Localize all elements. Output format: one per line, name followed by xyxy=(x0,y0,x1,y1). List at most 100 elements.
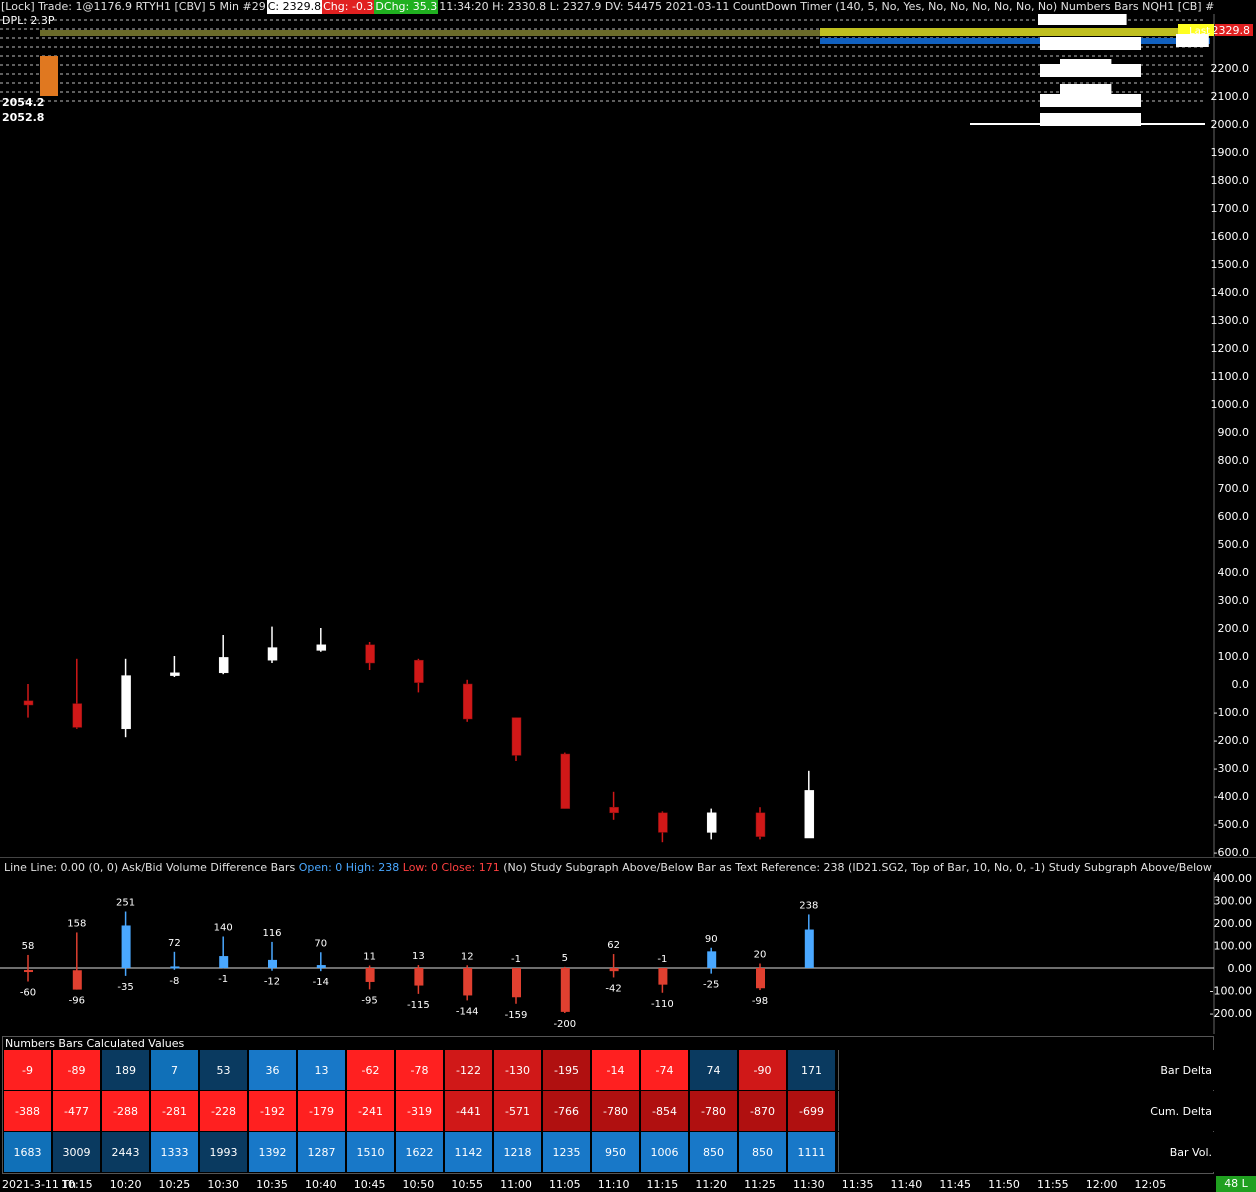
delta-top-label: 13 xyxy=(412,951,425,962)
study-tick-label: 400.00 xyxy=(1214,872,1253,885)
table-cell: 1287 xyxy=(298,1132,346,1172)
price-tick-label: 1700.0 xyxy=(1211,202,1250,215)
candle-body xyxy=(706,812,717,833)
delta-top-label: 62 xyxy=(607,940,620,951)
price-tick-label: 300.0 xyxy=(1218,594,1250,607)
price-tick-label: 400.0 xyxy=(1218,566,1250,579)
time-tick-label: 10:20 xyxy=(109,1178,142,1191)
table-cell: 7 xyxy=(151,1050,199,1090)
delta-bar xyxy=(24,970,33,973)
table-cell: -766 xyxy=(543,1091,591,1131)
study-tick-label: 300.00 xyxy=(1214,895,1253,908)
delta-bar xyxy=(804,929,814,968)
delta-bar xyxy=(414,968,424,986)
zone-label: Gap Zone - 11/7 xyxy=(1044,96,1125,107)
zone-label: pMID xyxy=(1180,36,1206,47)
candle-body xyxy=(267,647,278,661)
delta-top-label: -1 xyxy=(657,954,667,965)
table-row-label: Bar Delta xyxy=(1160,1063,1212,1077)
zone-label: MOVPOC 3/12 R xyxy=(1042,14,1122,25)
time-tick-label: 10:35 xyxy=(256,1178,288,1191)
table-row: -388 -477 -288 -281 -228 -192 -179 -241 -319 -441… xyxy=(4,1091,1214,1131)
study-tick-label: -100.00 xyxy=(1210,985,1252,998)
delta-top-label: 58 xyxy=(22,941,35,952)
delta-bar xyxy=(170,966,180,969)
table-cell: 171 xyxy=(788,1050,836,1090)
price-tick-label: 2000.0 xyxy=(1211,118,1250,131)
zone-label: Gap Zone - 3/24 xyxy=(1044,39,1125,50)
time-tick-label: 11:25 xyxy=(744,1178,776,1191)
delta-top-label: 116 xyxy=(262,928,281,939)
delta-bar xyxy=(512,968,521,998)
delta-top-label: 12 xyxy=(461,951,474,962)
main-price-chart[interactable]: 2200.0 2100.0 2000.0 1900.0 1800.0 1700.0 1600… xyxy=(0,14,1256,858)
delta-bottom-label: -35 xyxy=(117,982,133,993)
price-tick-label: 1300.0 xyxy=(1211,314,1250,327)
table-cell: -854 xyxy=(641,1091,689,1131)
overlay-strip xyxy=(820,38,1210,44)
chart-header: [Lock] Trade: 1@1176.9 RTYH1 [CBV] 5 Min… xyxy=(0,0,1214,14)
table-cell: -62 xyxy=(347,1050,395,1090)
delta-bottom-label: -8 xyxy=(169,976,179,987)
header-title: [Lock] Trade: 1@1176.9 RTYH1 [CBV] 5 Min… xyxy=(1,0,266,13)
delta-bar xyxy=(609,968,619,972)
price-tick-label: 800.0 xyxy=(1218,454,1250,467)
delta-top-label: 90 xyxy=(705,934,718,945)
table-cell: 1142 xyxy=(445,1132,493,1172)
table-cell: 1683 xyxy=(4,1132,52,1172)
last-price-label: 2329.8 xyxy=(1212,24,1251,37)
candle-body xyxy=(316,644,327,651)
delta-bar xyxy=(756,968,765,989)
candle-body xyxy=(804,790,815,839)
price-tick-label: 600.0 xyxy=(1218,510,1250,523)
table-cell: -74 xyxy=(641,1050,689,1090)
delta-bar xyxy=(365,968,375,982)
delta-bar xyxy=(658,968,668,985)
candle-body xyxy=(72,703,83,728)
table-cell: 850 xyxy=(739,1132,787,1172)
delta-bottom-label: -12 xyxy=(264,977,280,988)
candle-body xyxy=(511,717,522,756)
table-cell: -571 xyxy=(494,1091,542,1131)
delta-bar xyxy=(268,959,277,968)
table-cell: -195 xyxy=(543,1050,591,1090)
table-cell: 1006 xyxy=(641,1132,689,1172)
table-cell: -780 xyxy=(592,1091,640,1131)
delta-bottom-label: -60 xyxy=(20,988,36,999)
candle-body xyxy=(560,753,571,809)
volume-difference-chart[interactable]: 400.00 300.00 200.00 100.00 0.00 -100.00 -200.… xyxy=(0,858,1256,1034)
delta-bottom-label: -110 xyxy=(651,999,674,1010)
header-info: 11:34:20 H: 2330.8 L: 2327.9 DV: 54475 2… xyxy=(439,0,1214,13)
table-row: -9 -89 189 7 53 36 13 -62 -78 -122 -130 -195 -14 -74 7… xyxy=(4,1050,1214,1090)
delta-bottom-label: -96 xyxy=(69,996,85,1007)
time-tick-label: 11:55 xyxy=(1036,1178,1069,1191)
time-axis[interactable]: 2021-3-11 Th 10:15 10:20 10:25 10:30 10:35 10… xyxy=(0,1176,1214,1192)
time-tick-label: 11:15 xyxy=(646,1178,679,1191)
price-tick-label: -500.0 xyxy=(1214,818,1249,831)
table-cell: 1993 xyxy=(200,1132,248,1172)
time-tick-label: 11:50 xyxy=(988,1178,1020,1191)
delta-top-label: 70 xyxy=(314,938,327,949)
delta-top-label: 20 xyxy=(754,950,767,961)
delta-top-label: 5 xyxy=(562,953,568,964)
study-tick-label: 100.00 xyxy=(1214,940,1253,953)
table-row-label: Bar Vol. xyxy=(1169,1145,1212,1159)
candle-body xyxy=(365,644,375,664)
table-cell: -780 xyxy=(690,1091,738,1131)
left-price-label: 2054.2 xyxy=(2,96,44,109)
time-tick-label: 11:40 xyxy=(890,1178,923,1191)
study-tick-label: 200.00 xyxy=(1214,917,1253,930)
table-cell: 1218 xyxy=(494,1132,542,1172)
price-tick-label: 1200.0 xyxy=(1211,342,1250,355)
delta-bottom-label: -14 xyxy=(313,977,329,988)
delta-bar xyxy=(219,956,229,968)
table-cell: 74 xyxy=(690,1050,738,1090)
table-cell: 1392 xyxy=(249,1132,297,1172)
table-cell: 1235 xyxy=(543,1132,591,1172)
table-cell: 36 xyxy=(249,1050,297,1090)
time-tick-label: 11:00 xyxy=(500,1178,532,1191)
table-cell: -241 xyxy=(347,1091,395,1131)
table-cell: 950 xyxy=(592,1132,640,1172)
price-tick-label: 1800.0 xyxy=(1211,174,1250,187)
delta-bottom-label: -200 xyxy=(553,1019,576,1030)
